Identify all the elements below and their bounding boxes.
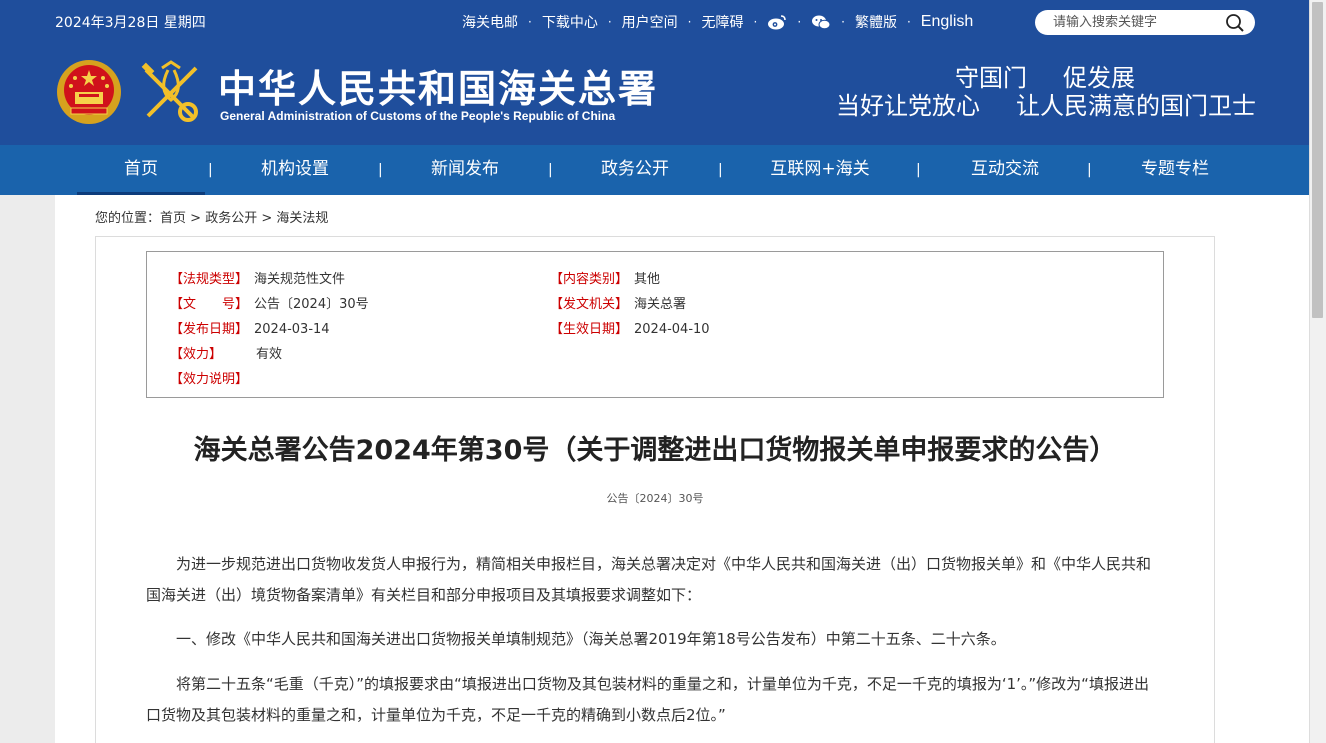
search-input[interactable]	[1053, 14, 1223, 31]
nav-special-topics[interactable]: 专题专栏	[1110, 145, 1240, 195]
link-download[interactable]: 下载中心	[542, 12, 598, 32]
link-english[interactable]: English	[921, 13, 973, 31]
meta-row-category: 【内容类别】 其他	[550, 272, 661, 287]
site-title-en: General Administration of Customs of the…	[220, 109, 616, 123]
slogan-line-2: 当好让党放心 让人民满意的国门卫士	[836, 92, 1256, 120]
link-traditional[interactable]: 繁體版	[855, 12, 897, 32]
site-title: 中华人民共和国海关总署	[218, 66, 659, 111]
meta-row-validity: 【效力】 有效	[170, 347, 283, 362]
meta-row-effective-date: 【生效日期】 2024-04-10	[550, 322, 710, 337]
scrollbar-thumb[interactable]	[1312, 2, 1323, 318]
wechat-icon[interactable]	[811, 14, 831, 30]
link-user-space[interactable]: 用户空间	[622, 12, 678, 32]
site-header: 2024年3月28日 星期四 海关电邮 · 下载中心 · 用户空间 · 无障碍 …	[0, 0, 1309, 145]
link-email[interactable]: 海关电邮	[462, 12, 518, 32]
article-title: 海关总署公告2024年第30号（关于调整进出口货物报关单申报要求的公告）	[193, 435, 1117, 466]
current-date: 2024年3月28日 星期四	[55, 15, 206, 31]
nav-organization[interactable]: 机构设置	[230, 145, 360, 195]
breadcrumb-home[interactable]: 首页	[160, 211, 186, 226]
nav-news[interactable]: 新闻发布	[400, 145, 530, 195]
meta-row-publish-date: 【发布日期】 2024-03-14	[170, 322, 330, 337]
meta-row-type: 【法规类型】 海关规范性文件	[170, 272, 346, 287]
regulation-meta-table: 【法规类型】 海关规范性文件 【文 号】 公告〔2024〕30号 【发布日期】 202…	[146, 251, 1164, 398]
breadcrumb-customs-regulations[interactable]: 海关法规	[276, 211, 328, 226]
breadcrumb: 您的位置：首页 > 政务公开 > 海关法规	[95, 211, 329, 226]
search-box	[1035, 10, 1255, 35]
link-accessibility[interactable]: 无障碍	[701, 12, 743, 32]
nav-interaction[interactable]: 互动交流	[940, 145, 1070, 195]
article-paragraph: 一、修改《中华人民共和国海关进出口货物报关单填制规范》（海关总署2019年第18…	[146, 630, 1006, 648]
nav-government-affairs[interactable]: 政务公开	[570, 145, 700, 195]
meta-row-docno: 【文 号】 公告〔2024〕30号	[170, 297, 369, 312]
nav-internet-customs[interactable]: 互联网+海关	[745, 145, 895, 195]
weibo-icon[interactable]	[767, 14, 787, 30]
breadcrumb-gov-affairs[interactable]: 政务公开	[205, 211, 257, 226]
meta-row-validity-note: 【效力说明】	[170, 372, 249, 387]
article-doc-number: 公告〔2024〕30号	[606, 492, 704, 505]
article-paragraph: 为进一步规范进出口货物收发货人申报行为，精简相关申报栏目，海关总署决定对《中华人…	[146, 555, 1152, 604]
meta-row-issuer: 【发文机关】 海关总署	[550, 297, 687, 312]
customs-key-logo-icon	[138, 60, 204, 126]
national-emblem-icon[interactable]	[55, 58, 123, 126]
main-nav: 首页 | 机构设置 | 新闻发布 | 政务公开 | 互联网+海关 | 互动交流 …	[0, 145, 1309, 195]
search-icon[interactable]	[1225, 13, 1245, 33]
nav-home[interactable]: 首页	[77, 145, 205, 195]
top-links: 海关电邮 · 下载中心 · 用户空间 · 无障碍 · · · 繁體版 · Eng…	[462, 12, 974, 32]
article-paragraph: 将第二十五条“毛重（千克）”的填报要求由“填报进出口货物及其包装材料的重量之和，…	[146, 675, 1149, 724]
